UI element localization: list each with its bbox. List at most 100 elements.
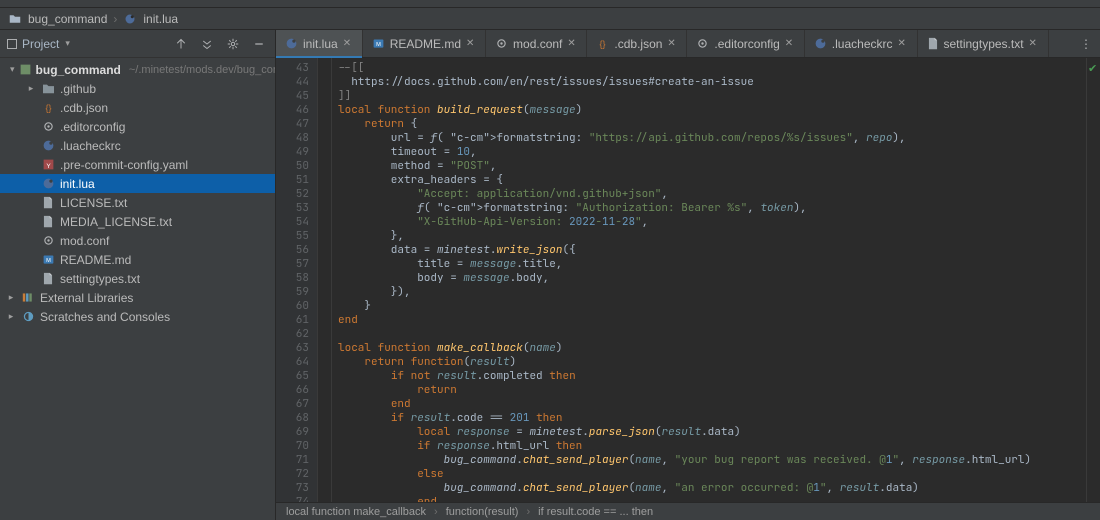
project-tree[interactable]: ▾ bug_command ~/.minetest/mods.dev/bug_c… (0, 58, 275, 520)
project-toolbar: Project ▾ (0, 30, 275, 58)
tree-node--editorconfig[interactable]: .editorconfig (0, 117, 275, 136)
yaml-icon: Y (40, 157, 56, 173)
tree-node-label: MEDIA_LICENSE.txt (60, 215, 172, 229)
tree-node-label: .luacheckrc (60, 139, 121, 153)
tabs-menu-button[interactable]: ⋮ (1072, 30, 1100, 57)
tab-label: .cdb.json (614, 37, 662, 51)
svg-text:M: M (376, 42, 381, 48)
main-toolbar (0, 0, 1100, 8)
chevron-right-icon: › (526, 506, 530, 518)
tree-node-init-lua[interactable]: init.lua (0, 174, 275, 193)
lua-icon (285, 37, 298, 50)
close-icon[interactable]: ✕ (785, 38, 795, 49)
lua-icon (123, 12, 137, 26)
tab-label: .luacheckrc (832, 37, 893, 51)
tab-mod-conf[interactable]: mod.conf ✕ (486, 30, 587, 57)
tab-readme-md[interactable]: M README.md ✕ (363, 30, 486, 57)
tree-scratches[interactable]: ▸ Scratches and Consoles (0, 307, 275, 326)
tree-node-label: LICENSE.txt (60, 196, 127, 210)
tab-label: mod.conf (513, 37, 562, 51)
tree-node-settingtypes-txt[interactable]: settingtypes.txt (0, 269, 275, 288)
breadcrumb: bug_command › init.lua (0, 8, 1100, 30)
tree-node-media-license-txt[interactable]: MEDIA_LICENSE.txt (0, 212, 275, 231)
svg-text:Y: Y (46, 163, 51, 170)
line-number-gutter: 4344454647484950515253545556575859606162… (276, 58, 318, 502)
md-icon: M (372, 37, 385, 50)
conf-icon (495, 37, 508, 50)
tree-node-label: .github (60, 82, 96, 96)
code-content[interactable]: --[[ https://docs.github.com/en/rest/iss… (332, 58, 1086, 502)
tree-node-label: mod.conf (60, 234, 109, 248)
project-tool-window: Project ▾ ▾ bug_command ~/.minetest/mods… (0, 30, 276, 520)
tree-node-license-txt[interactable]: LICENSE.txt (0, 193, 275, 212)
editor-tabs: init.lua ✕ M README.md ✕ mod.conf ✕ {} .cdb.json… (276, 30, 1100, 58)
tab-label: README.md (390, 37, 461, 51)
tree-twisty: ▸ (26, 83, 36, 94)
txt-icon (40, 271, 56, 287)
folder-icon (8, 12, 22, 26)
structure-breadcrumb[interactable]: local function make_callback › function(… (276, 502, 1100, 520)
json-icon: {} (40, 100, 56, 116)
lua-icon (40, 138, 56, 154)
close-icon[interactable]: ✕ (667, 38, 677, 49)
tree-node-readme-md[interactable]: M README.md (0, 250, 275, 269)
hide-button[interactable] (249, 34, 269, 54)
chevron-right-icon: ▸ (6, 292, 16, 303)
svg-text:M: M (46, 258, 51, 264)
project-icon (6, 38, 18, 50)
close-icon[interactable]: ✕ (466, 38, 476, 49)
tab--cdb-json[interactable]: {} .cdb.json ✕ (587, 30, 687, 57)
svg-text:{}: {} (600, 39, 606, 49)
close-icon[interactable]: ✕ (898, 38, 908, 49)
tab-label: init.lua (303, 37, 338, 51)
chevron-right-icon: › (113, 12, 117, 26)
tree-node--pre-commit-config-yaml[interactable]: Y .pre-commit-config.yaml (0, 155, 275, 174)
tab-init-lua[interactable]: init.lua ✕ (276, 30, 363, 57)
fold-gutter[interactable] (318, 58, 332, 502)
breadcrumb-file[interactable]: init.lua (143, 12, 178, 26)
tree-root[interactable]: ▾ bug_command ~/.minetest/mods.dev/bug_c… (0, 60, 275, 79)
settings-button[interactable] (223, 34, 243, 54)
tree-node-label: .pre-commit-config.yaml (60, 158, 188, 172)
close-icon[interactable]: ✕ (343, 38, 353, 49)
tree-node-label: .editorconfig (60, 120, 125, 134)
tree-node-label: README.md (60, 253, 131, 267)
lua-icon (814, 37, 827, 50)
tree-external-libraries[interactable]: ▸ External Libraries (0, 288, 275, 307)
tree-node-label: .cdb.json (60, 101, 108, 115)
code-editor[interactable]: 4344454647484950515253545556575859606162… (276, 58, 1100, 502)
close-icon[interactable]: ✕ (1029, 38, 1039, 49)
cfg-icon (40, 119, 56, 135)
tab--editorconfig[interactable]: .editorconfig✕ (687, 30, 804, 57)
json-icon: {} (596, 37, 609, 50)
project-view-selector[interactable]: Project ▾ (6, 37, 70, 51)
txt-icon (40, 195, 56, 211)
tab--luacheckrc[interactable]: .luacheckrc ✕ (805, 30, 918, 57)
txt-icon (927, 37, 939, 50)
expand-all-button[interactable] (197, 34, 217, 54)
chevron-right-icon: ▸ (6, 311, 16, 322)
tree-node-label: settingtypes.txt (60, 272, 140, 286)
inspections-stripe[interactable]: ✔ (1086, 58, 1100, 502)
close-icon[interactable]: ✕ (567, 38, 577, 49)
libraries-icon (20, 290, 36, 306)
tab-settingtypes-txt[interactable]: settingtypes.txt✕ (918, 30, 1049, 57)
chevron-down-icon: ▾ (63, 38, 70, 49)
select-opened-file-button[interactable] (171, 34, 191, 54)
lua-icon (40, 176, 56, 192)
folder-icon (40, 81, 56, 97)
tree-node-label: init.lua (60, 177, 95, 191)
chevron-down-icon: ▾ (10, 64, 15, 75)
tree-node-mod-conf[interactable]: mod.conf (0, 231, 275, 250)
tree-node--luacheckrc[interactable]: .luacheckrc (0, 136, 275, 155)
cfg-icon (696, 37, 709, 50)
breadcrumb-root[interactable]: bug_command (28, 12, 107, 26)
chevron-right-icon: › (434, 506, 438, 518)
module-icon (19, 62, 32, 78)
tree-node--github[interactable]: ▸ .github (0, 79, 275, 98)
editor-area: init.lua ✕ M README.md ✕ mod.conf ✕ {} .cdb.json… (276, 30, 1100, 520)
inspection-ok-icon: ✔ (1088, 62, 1097, 75)
scratches-icon (20, 309, 36, 325)
tree-node--cdb-json[interactable]: {} .cdb.json (0, 98, 275, 117)
conf-icon (40, 233, 56, 249)
